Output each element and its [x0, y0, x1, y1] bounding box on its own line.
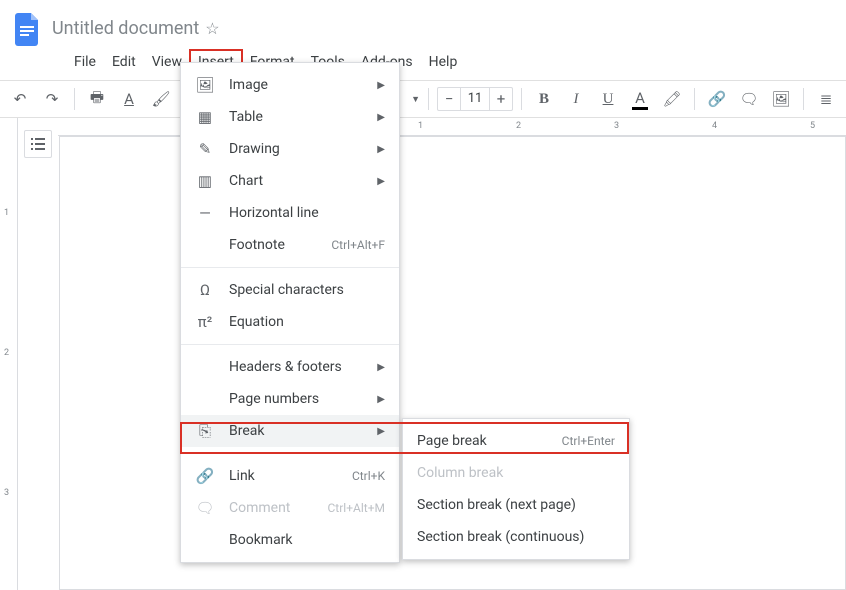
pi-icon: π²	[195, 313, 215, 331]
menu-item-image[interactable]: 🖼Image▶	[181, 69, 399, 101]
menu-item-chart[interactable]: ▥Chart▶	[181, 165, 399, 197]
align-button[interactable]: ≣	[812, 85, 840, 113]
menu-help[interactable]: Help	[421, 50, 466, 74]
menu-edit[interactable]: Edit	[104, 50, 144, 74]
docs-logo[interactable]	[8, 8, 48, 48]
add-comment-button[interactable]: 🗨	[735, 85, 763, 113]
italic-button[interactable]: I	[562, 85, 590, 113]
menu-file[interactable]: File	[66, 50, 104, 74]
submenu-arrow-icon: ▶	[377, 80, 385, 91]
menu-item-table[interactable]: ▦Table▶	[181, 101, 399, 133]
document-outline-button[interactable]	[24, 130, 52, 158]
toolbar: ↶ ↷ 🖶 A 🖌 ▼ − 11 + B I U A 🖍 🔗 🗨 🖼 ≣	[0, 80, 846, 118]
hruler-mark: 1	[418, 121, 423, 131]
menu-item-page-numbers[interactable]: Page numbers▶	[181, 383, 399, 415]
font-size-control: − 11 +	[437, 87, 513, 111]
menu-item-column-break: Column break	[403, 457, 629, 489]
menu-item-horizontal-line[interactable]: —Horizontal line	[181, 197, 399, 229]
menu-item-link[interactable]: 🔗LinkCtrl+K	[181, 460, 399, 492]
menu-item-drawing[interactable]: ✎Drawing▶	[181, 133, 399, 165]
comment-icon: 🗨	[195, 499, 215, 517]
submenu-arrow-icon: ▶	[377, 176, 385, 187]
menubar: File Edit View Insert Format Tools Add-o…	[0, 48, 846, 80]
hruler-mark: 4	[712, 121, 717, 131]
submenu-arrow-icon: ▶	[377, 426, 385, 437]
chart-icon: ▥	[195, 172, 215, 190]
vruler-mark: 3	[4, 488, 9, 498]
insert-image-button[interactable]: 🖼	[767, 85, 795, 113]
link-icon: 🔗	[195, 467, 215, 485]
highlight-button[interactable]: 🖍	[658, 85, 686, 113]
menu-item-equation[interactable]: π²Equation	[181, 306, 399, 338]
text-color-button[interactable]: A	[626, 85, 654, 113]
submenu-arrow-icon: ▶	[377, 394, 385, 405]
vertical-ruler: 1 2 3	[0, 118, 18, 590]
underline-button[interactable]: U	[594, 85, 622, 113]
font-size-value[interactable]: 11	[460, 88, 490, 110]
vruler-mark: 1	[4, 208, 9, 218]
menu-item-section-break-continuous[interactable]: Section break (continuous)	[403, 521, 629, 553]
undo-button[interactable]: ↶	[6, 85, 34, 113]
bold-button[interactable]: B	[530, 85, 558, 113]
menu-item-special-characters[interactable]: ΩSpecial characters	[181, 274, 399, 306]
page-break-icon: ⎘	[195, 422, 215, 440]
image-icon: 🖼	[195, 76, 215, 94]
submenu-arrow-icon: ▶	[377, 112, 385, 123]
font-size-dec-button[interactable]: −	[438, 90, 460, 108]
horizontal-ruler: 1 2 3 4 5	[58, 118, 846, 136]
menu-item-headers-footers[interactable]: Headers & footers▶	[181, 351, 399, 383]
drawing-icon: ✎	[195, 140, 215, 158]
hruler-mark: 5	[810, 121, 815, 131]
menu-item-comment: 🗨CommentCtrl+Alt+M	[181, 492, 399, 524]
horizontal-line-icon: —	[195, 204, 215, 222]
hruler-mark: 2	[516, 121, 521, 131]
zoom-caret-icon[interactable]: ▼	[411, 94, 420, 105]
document-title[interactable]: Untitled document	[52, 18, 199, 39]
menu-item-footnote[interactable]: FootnoteCtrl+Alt+F	[181, 229, 399, 261]
redo-button[interactable]: ↷	[38, 85, 66, 113]
menu-item-page-break[interactable]: Page breakCtrl+Enter	[403, 425, 629, 457]
spellcheck-button[interactable]: A	[115, 85, 143, 113]
star-icon[interactable]: ☆	[205, 19, 219, 38]
font-size-inc-button[interactable]: +	[490, 90, 512, 108]
insert-menu: 🖼Image▶ ▦Table▶ ✎Drawing▶ ▥Chart▶ —Horiz…	[180, 62, 400, 563]
menu-item-section-break-next-page[interactable]: Section break (next page)	[403, 489, 629, 521]
paint-format-button[interactable]: 🖌	[147, 85, 175, 113]
vruler-mark: 2	[4, 348, 9, 358]
table-icon: ▦	[195, 108, 215, 126]
break-submenu: Page breakCtrl+Enter Column break Sectio…	[402, 418, 630, 560]
menu-item-break[interactable]: ⎘Break▶	[181, 415, 399, 447]
print-button[interactable]: 🖶	[83, 85, 111, 113]
submenu-arrow-icon: ▶	[377, 362, 385, 373]
menu-item-bookmark[interactable]: Bookmark	[181, 524, 399, 556]
omega-icon: Ω	[195, 281, 215, 299]
insert-link-button[interactable]: 🔗	[703, 85, 731, 113]
submenu-arrow-icon: ▶	[377, 144, 385, 155]
hruler-mark: 3	[614, 121, 619, 131]
